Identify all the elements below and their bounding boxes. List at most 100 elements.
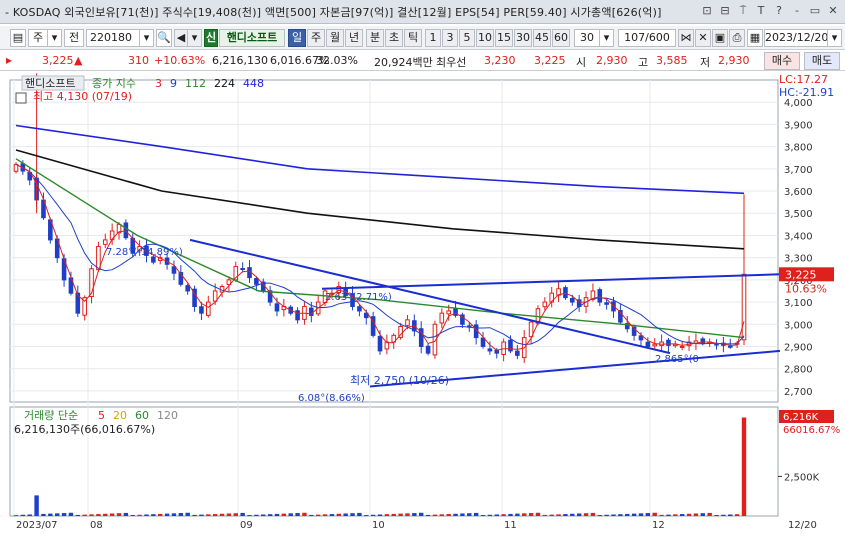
period-tick[interactable]: 틱	[404, 29, 422, 47]
min-annotation: 최저 2,750 (10/26)	[350, 374, 449, 387]
all-select[interactable]: 전	[64, 29, 84, 47]
volume-bar	[583, 513, 589, 516]
interval-5[interactable]: 5	[459, 29, 475, 47]
ma-label: 종가 지수	[92, 77, 136, 90]
chart-area[interactable]: 4,000 3,900 3,800 3,700 3,600 3,500 3,400 3,300…	[0, 72, 845, 540]
toolbar: ▤ 주 ▾ 전 220180 ▾ 🔍 ◀ ▾ 신 핸디소프트 일 주 월 년 분…	[0, 26, 845, 50]
volume-bar	[274, 513, 280, 516]
period-year[interactable]: 년	[345, 29, 363, 47]
y-tick-label: 2,900	[784, 342, 813, 353]
stock-chart[interactable]: 4,000 3,900 3,800 3,700 3,600 3,500 3,400 3,300…	[0, 72, 845, 540]
vol-ma-60: 60	[135, 409, 149, 422]
volume-bar	[714, 515, 719, 516]
volume-bar	[597, 515, 602, 516]
font-icon[interactable]: T	[753, 3, 769, 19]
volume-bar	[563, 514, 568, 516]
current-price: 3,225	[42, 54, 74, 67]
volume-bar	[240, 512, 245, 516]
interval-15[interactable]: 15	[495, 29, 513, 47]
interval-dropdown-icon[interactable]: ▾	[600, 29, 614, 47]
collapse-arrow-icon[interactable]: ▸	[6, 53, 12, 67]
candle-body	[727, 345, 733, 348]
volume-bar	[494, 514, 499, 516]
volume-bar	[364, 515, 369, 516]
period-month[interactable]: 월	[326, 29, 344, 47]
x-tick-label: 09	[240, 520, 253, 531]
volume-bar	[631, 513, 637, 516]
volume-bar	[576, 513, 582, 516]
trade-amount: 20,924백만	[374, 56, 433, 69]
speaker-icon[interactable]: ◀	[174, 29, 188, 47]
volume-bar	[151, 514, 156, 516]
vol-ma-5: 5	[98, 409, 105, 422]
volume-bar	[673, 514, 678, 516]
low-label: 저	[700, 56, 711, 69]
interval-input[interactable]: 30	[574, 29, 600, 47]
volume-bar	[473, 512, 479, 516]
volume-bar	[329, 514, 335, 516]
close-icon[interactable]: ✕	[825, 3, 841, 19]
period-week[interactable]: 주	[307, 29, 325, 47]
volume-bar	[130, 515, 135, 516]
minimize-icon[interactable]: ▭	[807, 3, 823, 19]
candle-body	[439, 312, 445, 324]
date-dropdown-icon[interactable]: ▾	[828, 29, 842, 47]
volume-bar	[123, 512, 129, 516]
interval-3[interactable]: 3	[442, 29, 458, 47]
cross-icon[interactable]: ✕	[695, 29, 711, 47]
volume-bar	[144, 514, 149, 516]
interval-1[interactable]: 1	[425, 29, 441, 47]
candle-body	[102, 239, 108, 245]
date-input[interactable]: 2023/12/20	[764, 29, 828, 47]
title-bar: - KOSDAQ 외국인보유[71(천)] 주식수[19,408(천)] 액면[…	[0, 0, 845, 24]
volume-bar	[425, 514, 431, 516]
type-select[interactable]: 주	[28, 29, 48, 47]
disk-icon[interactable]: ▣	[712, 29, 728, 47]
print-icon[interactable]: ⎙	[729, 29, 745, 47]
interval-45[interactable]: 45	[533, 29, 551, 47]
max-annotation: 최고 4,130 (07/19)	[33, 90, 132, 103]
volume-bar	[75, 514, 81, 516]
search-icon[interactable]: 🔍	[156, 29, 172, 47]
volume-bar	[34, 495, 39, 516]
buy-button[interactable]: 매수	[764, 52, 800, 70]
link-icon[interactable]: ⊡	[699, 3, 715, 19]
period-second[interactable]: 초	[385, 29, 403, 47]
up-arrow-icon: ▲	[74, 54, 83, 67]
volume-bar	[336, 513, 341, 516]
period-minute[interactable]: 분	[366, 29, 384, 47]
volume-bar	[178, 513, 184, 516]
code-dropdown-icon[interactable]: ▾	[140, 29, 154, 47]
sell-button[interactable]: 매도	[804, 52, 840, 70]
shin-badge[interactable]: 신	[204, 29, 218, 47]
interval-60[interactable]: 60	[552, 29, 570, 47]
chart-type-icon[interactable]: ⋈	[678, 29, 694, 47]
volume-bar	[261, 514, 266, 516]
volume-bar	[267, 514, 273, 516]
chart-window: - KOSDAQ 외국인보유[71(천)] 주식수[19,408(천)] 액면[…	[0, 0, 845, 540]
candle-body	[563, 287, 568, 299]
count-input[interactable]: 107/600	[618, 29, 676, 47]
candle-body	[679, 345, 685, 348]
menu-icon[interactable]: ▤	[10, 29, 26, 47]
volume-bar	[309, 514, 314, 516]
interval-10[interactable]: 10	[476, 29, 494, 47]
code-input[interactable]: 220180	[86, 29, 140, 47]
ask-price: 3,230	[484, 54, 516, 67]
help-icon[interactable]: ?	[771, 3, 787, 19]
high-label: 고	[638, 56, 649, 69]
volume-bar	[721, 514, 726, 516]
high-price: 3,585	[656, 54, 688, 67]
speaker-dropdown-icon[interactable]: ▾	[188, 29, 202, 47]
candle-body	[199, 306, 204, 314]
volume-bar	[192, 514, 197, 516]
type-dropdown-icon[interactable]: ▾	[48, 29, 62, 47]
calendar-icon[interactable]: ▦	[747, 29, 763, 47]
interval-30[interactable]: 30	[514, 29, 532, 47]
pin-icon[interactable]: ⍑	[735, 3, 751, 19]
stock-name: 핸디소프트	[219, 29, 285, 47]
period-day[interactable]: 일	[288, 29, 306, 47]
restore-icon[interactable]: -	[789, 3, 805, 19]
save-icon[interactable]: ⊟	[717, 3, 733, 19]
x-tick-label: 11	[504, 520, 517, 531]
